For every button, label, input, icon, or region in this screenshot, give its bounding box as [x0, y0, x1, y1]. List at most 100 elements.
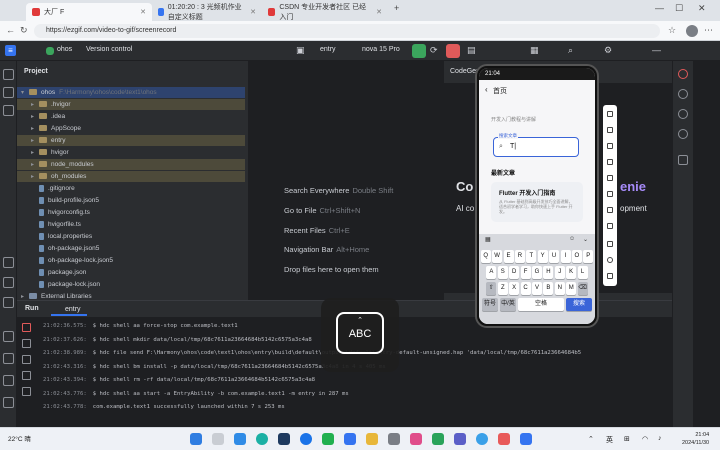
tree-row[interactable]: ▸ .hvigor — [17, 99, 245, 110]
browser-icon[interactable] — [476, 433, 488, 445]
teams-icon[interactable] — [454, 433, 466, 445]
keyboard-key[interactable]: E — [503, 250, 514, 263]
device-select[interactable]: nova 15 Pro — [362, 46, 400, 53]
tree-row[interactable]: hvigorfile.ts — [17, 219, 245, 230]
edge-icon[interactable] — [256, 433, 268, 445]
volume-icon[interactable]: ♪ — [658, 435, 662, 442]
keyboard-key[interactable]: Y — [537, 250, 548, 263]
version-control-menu[interactable]: Version control — [86, 46, 132, 53]
power-icon[interactable] — [607, 143, 613, 149]
run-button[interactable] — [412, 44, 426, 58]
keyboard-key[interactable]: R — [514, 250, 525, 263]
services-tool-icon[interactable] — [3, 297, 14, 308]
codegenie-tool-icon[interactable] — [678, 89, 688, 99]
tree-root-row[interactable]: ▾ ohos F:\Harmony\ohos\code\text1\ohos — [17, 87, 245, 98]
browser-tab-3[interactable]: CSDN 专业开发者社区 已经入门 ✕ — [262, 3, 388, 21]
project-name[interactable]: ohos — [57, 46, 72, 53]
keyboard-menu-icon[interactable]: ▦ — [485, 236, 491, 243]
log-tool-icon[interactable] — [3, 375, 14, 386]
debug-icon[interactable]: ⟳ — [430, 45, 438, 56]
close-tab-icon[interactable]: ✕ — [250, 8, 256, 16]
article-card[interactable]: Flutter 开发入门指南 从 Flutter 基础到高级开发技巧全面讲解，适… — [491, 182, 583, 222]
minimize-button[interactable]: — — [655, 3, 664, 13]
notifications-icon[interactable] — [678, 69, 688, 79]
run-config-select[interactable]: entry — [320, 46, 336, 53]
refresh-icon[interactable]: ↻ — [20, 25, 28, 36]
vscode-icon[interactable] — [234, 433, 246, 445]
keyboard-key[interactable]: V — [532, 282, 542, 295]
tray-chevron-icon[interactable]: ⌃ — [588, 435, 594, 443]
app-icon[interactable] — [388, 433, 400, 445]
expand-arrow-icon[interactable]: ▸ — [31, 160, 39, 171]
extensions-icon[interactable]: ☆ — [668, 25, 676, 36]
tree-row[interactable]: oh-package.json5 — [17, 243, 245, 254]
search-taskbar-icon[interactable] — [212, 433, 224, 445]
ime-icon[interactable]: ⊞ — [624, 435, 630, 443]
keyboard-hide-icon[interactable]: ⌄ — [583, 236, 588, 243]
url-input[interactable]: https://ezgif.com/video-to-gif/screenrec… — [34, 24, 660, 38]
debug-tool-icon[interactable] — [3, 353, 14, 364]
expand-arrow-icon[interactable]: ▸ — [31, 124, 39, 135]
database-tool-icon[interactable] — [678, 129, 688, 139]
close-tab-icon[interactable]: ✕ — [376, 8, 382, 16]
tree-row[interactable]: hvigorconfig.ts — [17, 207, 245, 218]
bilibili-icon[interactable] — [410, 433, 422, 445]
expand-arrow-icon[interactable]: ▸ — [31, 136, 39, 147]
keyboard-key[interactable]: X — [509, 282, 520, 295]
expand-arrow-icon[interactable]: ▸ — [31, 112, 39, 123]
keyboard-key[interactable]: ⇧ — [486, 282, 497, 295]
screenshot-icon[interactable] — [607, 207, 613, 213]
keyboard-key[interactable]: B — [543, 282, 554, 295]
commit-tool-icon[interactable] — [3, 87, 14, 98]
keyboard-key[interactable]: D — [509, 266, 520, 279]
tree-row[interactable]: ▸ entry — [17, 135, 245, 146]
new-tab-icon[interactable]: + — [394, 3, 399, 13]
tree-row[interactable]: ▸ node_modules — [17, 159, 245, 170]
run-tool-icon[interactable] — [3, 331, 14, 342]
tree-row[interactable]: ▸ .idea — [17, 111, 245, 122]
keyboard-key[interactable]: F — [520, 266, 531, 279]
terminal-icon[interactable] — [432, 433, 444, 445]
keyboard-key[interactable]: Z — [497, 282, 508, 295]
avatar[interactable] — [686, 25, 698, 37]
collapse-arrow-icon[interactable]: ▾ — [21, 88, 29, 99]
maximize-button[interactable]: ☐ — [675, 3, 683, 14]
rerun-icon[interactable] — [22, 339, 31, 348]
tree-row[interactable]: .gitignore — [17, 183, 245, 194]
close-window-button[interactable]: ✕ — [698, 3, 706, 14]
keyboard-key[interactable]: I — [560, 250, 571, 263]
project-panel-title[interactable]: Project — [24, 68, 48, 75]
keyboard-key[interactable]: G — [532, 266, 542, 279]
emulator-close-icon[interactable] — [607, 111, 613, 117]
tree-row[interactable]: oh-package-lock.json5 — [17, 255, 245, 266]
language-indicator[interactable]: 英 — [606, 435, 613, 445]
menu-icon[interactable]: ⋯ — [704, 25, 713, 36]
keyboard-bottom-key[interactable]: 搜索 — [566, 298, 592, 311]
phone-search-input[interactable]: 搜索文章 ⌕ T| — [493, 133, 579, 157]
terminal-tool-icon[interactable] — [3, 257, 14, 268]
tree-row[interactable]: ▸ hvigor — [17, 147, 245, 158]
keyboard-key[interactable]: P — [583, 250, 594, 263]
steam-icon[interactable] — [278, 433, 290, 445]
minimize-ide-icon[interactable]: — — [652, 45, 661, 55]
keyboard-key[interactable]: N — [554, 282, 565, 295]
clock[interactable]: 21:04 2024/11/30 — [682, 431, 709, 447]
git-tool-icon[interactable] — [3, 397, 14, 408]
trash-icon[interactable] — [22, 387, 31, 396]
close-tab-icon[interactable]: ✕ — [140, 8, 146, 16]
problems-tool-icon[interactable] — [3, 277, 14, 288]
location-icon[interactable] — [607, 223, 613, 229]
tree-row[interactable]: package-lock.json — [17, 279, 245, 290]
back-nav-icon[interactable] — [607, 241, 613, 247]
print-icon[interactable] — [22, 371, 31, 380]
tree-row[interactable]: ▸ AppScope — [17, 123, 245, 134]
keyboard-key[interactable]: M — [566, 282, 577, 295]
keyboard-key[interactable]: H — [543, 266, 554, 279]
browser-tab-2[interactable]: 01:20:20 : 3 光频机作业自定义标题 ✕ — [152, 3, 262, 21]
tree-row[interactable]: ▸ oh_modules — [17, 171, 245, 182]
recorder-icon[interactable] — [498, 433, 510, 445]
settings-gear-icon[interactable]: ⚙ — [604, 45, 612, 56]
file-explorer-icon[interactable] — [366, 433, 378, 445]
devstudio-icon[interactable] — [344, 433, 356, 445]
tree-row[interactable]: build-profile.json5 — [17, 195, 245, 206]
